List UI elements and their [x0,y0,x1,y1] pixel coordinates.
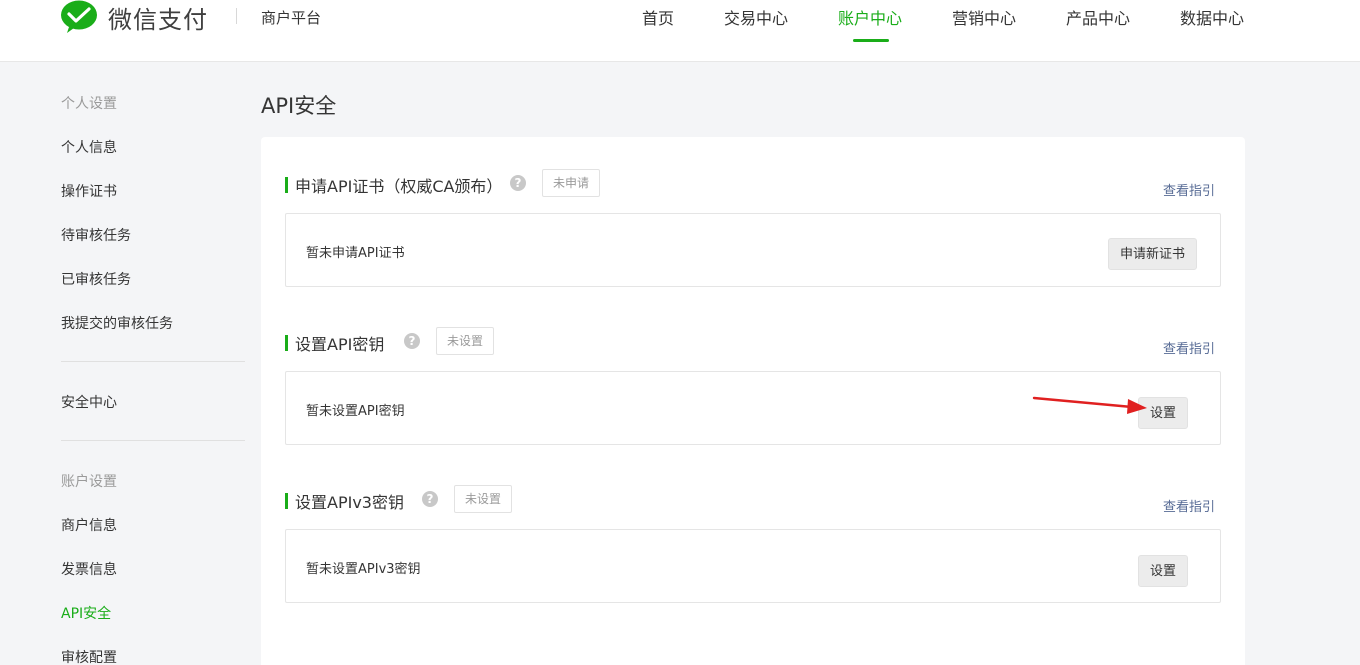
section-title-api-key: 设置API密钥 [285,331,384,355]
apply-new-cert-button[interactable]: 申请新证书 [1108,238,1198,270]
status-badge: 未设置 [436,327,495,355]
sidebar-item-api-security[interactable]: API安全 [61,603,111,623]
section-accent-bar [285,177,288,193]
nav-trade-center[interactable]: 交易中心 [724,5,788,29]
sidebar-item-security-center[interactable]: 安全中心 [61,392,117,412]
view-guide-link[interactable]: 查看指引 [1163,338,1215,357]
sidebar-item-review-config[interactable]: 审核配置 [61,647,117,665]
sidebar-divider [61,440,245,441]
set-apiv3-key-button[interactable]: 设置 [1138,555,1189,587]
sidebar-item-pending-review[interactable]: 待审核任务 [61,225,131,245]
top-nav: 首页 交易中心 账户中心 营销中心 产品中心 数据中心 [0,5,1360,62]
sidebar-divider [61,361,245,362]
section-accent-bar [285,335,288,351]
sidebar-item-reviewed[interactable]: 已审核任务 [61,269,131,289]
status-badge: 未申请 [542,169,601,197]
section-title-apiv3-key: 设置APIv3密钥 [285,489,404,513]
question-circle-icon[interactable]: ? [422,491,438,507]
status-badge: 未设置 [454,485,513,513]
section-title-text: 设置APIv3密钥 [295,493,404,512]
sidebar-item-invoice-info[interactable]: 发票信息 [61,559,117,579]
nav-home[interactable]: 首页 [642,5,674,29]
nav-active-indicator [853,39,889,42]
nav-marketing-center[interactable]: 营销中心 [952,5,1016,29]
sidebar-item-merchant-info[interactable]: 商户信息 [61,515,117,535]
section-message: 暂未设置API密钥 [306,404,405,419]
question-circle-icon[interactable]: ? [510,175,526,191]
sidebar: 个人设置 个人信息 操作证书 待审核任务 已审核任务 我提交的审核任务 安全中心… [0,62,250,665]
view-guide-link[interactable]: 查看指引 [1163,496,1215,515]
section-accent-bar [285,493,288,509]
section-box-api-cert: 暂未申请API证书 申请新证书 [285,213,1221,287]
view-guide-link[interactable]: 查看指引 [1163,180,1215,199]
sidebar-group-personal: 个人设置 [61,96,117,112]
question-circle-icon[interactable]: ? [404,333,420,349]
sidebar-item-my-submitted[interactable]: 我提交的审核任务 [61,313,173,333]
section-title-text: 申请API证书（权威CA颁布） [295,177,503,196]
section-message: 暂未申请API证书 [306,246,405,261]
top-header: 微信支付 商户平台 首页 交易中心 账户中心 营销中心 产品中心 数据中心 [0,0,1360,62]
section-title-text: 设置API密钥 [295,335,385,354]
section-box-apiv3-key: 暂未设置APIv3密钥 设置 [285,529,1221,603]
sidebar-group-account: 账户设置 [61,474,117,490]
nav-product-center[interactable]: 产品中心 [1066,5,1130,29]
sidebar-item-personal-info[interactable]: 个人信息 [61,137,117,157]
page-title: API安全 [261,94,337,118]
nav-data-center[interactable]: 数据中心 [1180,5,1244,29]
section-title-api-cert: 申请API证书（权威CA颁布） [285,173,502,197]
sidebar-item-operation-cert[interactable]: 操作证书 [61,181,117,201]
section-message: 暂未设置APIv3密钥 [306,562,421,577]
red-arrow-icon [1032,396,1147,414]
nav-account-center[interactable]: 账户中心 [838,5,902,29]
